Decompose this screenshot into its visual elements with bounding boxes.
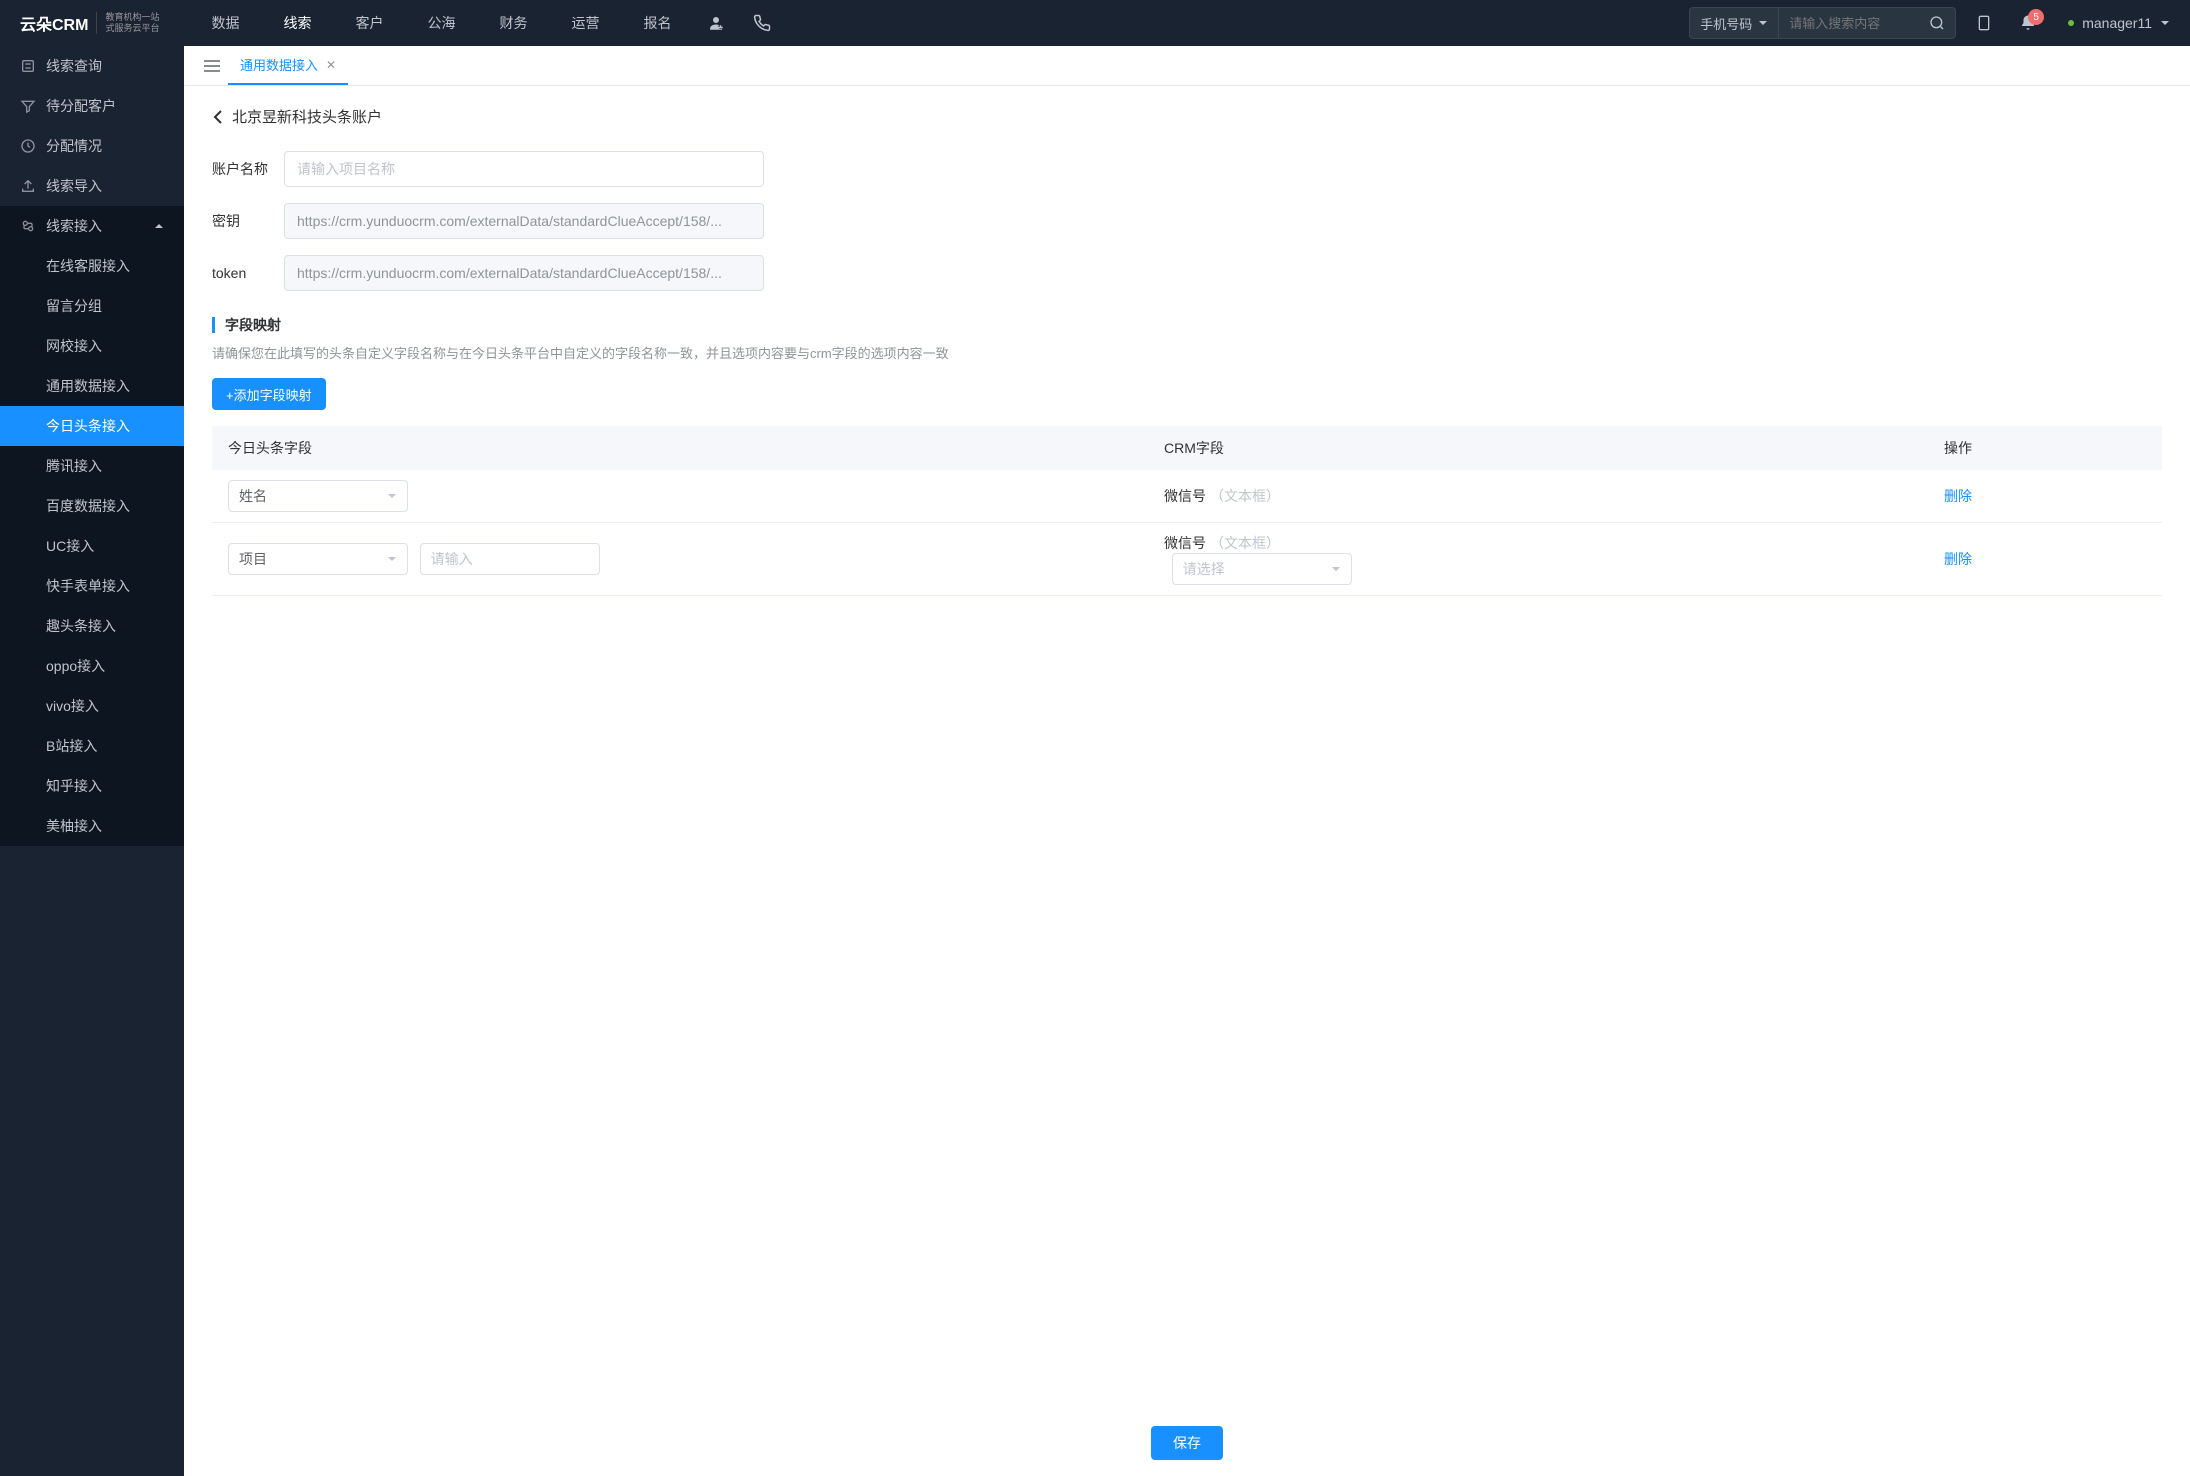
tab-generic-data-access[interactable]: 通用数据接入 ✕ [228, 46, 348, 85]
logo-text: 云朵CRM [20, 11, 88, 35]
mapping-section-header: 字段映射 [212, 315, 2162, 335]
delete-row-button[interactable]: 删除 [1944, 549, 1972, 569]
sidebar-sub-item[interactable]: UC接入 [0, 526, 184, 566]
section-bar [212, 317, 215, 333]
chevron-down-icon [2160, 18, 2170, 28]
col-operation: 操作 [1928, 426, 2162, 470]
close-icon[interactable]: ✕ [326, 58, 336, 72]
username: manager11 [2082, 15, 2152, 31]
secret-label: 密钥 [212, 211, 284, 231]
footer: 保存 [184, 1409, 2190, 1476]
chevron-up-icon [154, 221, 164, 231]
back-icon[interactable] [212, 109, 224, 125]
sidebar-item[interactable]: 分配情况 [0, 126, 184, 166]
crm-field-label: 微信号 [1164, 486, 1206, 506]
sidebar-sub-item[interactable]: 通用数据接入 [0, 366, 184, 406]
search-group: 手机号码 [1689, 7, 1956, 39]
search-icon [20, 58, 36, 74]
tab-bar: 通用数据接入 ✕ [184, 46, 2190, 86]
clock-icon [20, 138, 36, 154]
nav-item[interactable]: 运营 [549, 0, 621, 46]
save-button[interactable]: 保存 [1151, 1426, 1223, 1460]
sidebar-item[interactable]: 线索导入 [0, 166, 184, 206]
search-input[interactable] [1779, 16, 1919, 31]
token-label: token [212, 265, 284, 281]
chevron-down-icon [1758, 18, 1768, 28]
sidebar-item[interactable]: 线索接入 [0, 206, 184, 246]
user-add-icon[interactable] [693, 0, 739, 46]
phone-icon[interactable] [739, 0, 785, 46]
notification-icon[interactable]: 5 [2012, 7, 2044, 39]
header-right: 手机号码 5 manager11 [1689, 7, 2190, 39]
main-nav: 数据线索客户公海财务运营报名 [189, 0, 693, 46]
nav-item[interactable]: 数据 [189, 0, 261, 46]
search-button[interactable] [1919, 15, 1955, 31]
breadcrumb: 北京昱新科技头条账户 [212, 106, 2162, 127]
chevron-down-icon [387, 491, 397, 501]
chevron-down-icon [387, 554, 397, 564]
sidebar-sub-item[interactable]: 腾讯接入 [0, 446, 184, 486]
top-header: 云朵CRM 教育机构一站 式服务云平台 数据线索客户公海财务运营报名 手机号码 … [0, 0, 2190, 46]
toutiao-extra-input[interactable] [420, 543, 600, 575]
sidebar-sub-item[interactable]: B站接入 [0, 726, 184, 766]
search-icon [1929, 15, 1945, 31]
toutiao-field-select[interactable]: 姓名 [228, 480, 408, 512]
mapping-section-desc: 请确保您在此填写的头条自定义字段名称与在今日头条平台中自定义的字段名称一致，并且… [212, 343, 2162, 362]
sidebar-sub-item[interactable]: 美柚接入 [0, 806, 184, 846]
delete-row-button[interactable]: 删除 [1944, 486, 1972, 506]
collapse-sidebar-icon[interactable] [196, 59, 228, 73]
toutiao-field-select[interactable]: 项目 [228, 543, 408, 575]
nav-item[interactable]: 公海 [405, 0, 477, 46]
sidebar-item[interactable]: 待分配客户 [0, 86, 184, 126]
sidebar-sub-item[interactable]: 趣头条接入 [0, 606, 184, 646]
col-toutiao: 今日头条字段 [212, 426, 1148, 470]
add-mapping-button[interactable]: +添加字段映射 [212, 378, 326, 410]
chevron-down-icon [1331, 564, 1341, 574]
online-status-dot [2068, 20, 2074, 26]
nav-item[interactable]: 报名 [621, 0, 693, 46]
filter-icon [20, 98, 36, 114]
mapping-table: 今日头条字段 CRM字段 操作 姓名微信号（文本框）删除项目 微信号（文本框） … [212, 426, 2162, 596]
mobile-icon[interactable] [1968, 7, 2000, 39]
nav-item[interactable]: 线索 [261, 0, 333, 46]
table-row: 项目 微信号（文本框） 请选择 删除 [212, 523, 2162, 596]
sidebar-sub-item[interactable]: 留言分组 [0, 286, 184, 326]
nav-item[interactable]: 财务 [477, 0, 549, 46]
table-row: 姓名 微信号（文本框） 删除 [212, 470, 2162, 523]
notification-badge: 5 [2028, 9, 2044, 25]
crm-field-select[interactable]: 请选择 [1172, 553, 1352, 585]
logo-subtitle: 教育机构一站 式服务云平台 [96, 12, 159, 34]
sidebar-sub-item[interactable]: 在线客服接入 [0, 246, 184, 286]
nav-item[interactable]: 客户 [333, 0, 405, 46]
crm-field-hint: （文本框） [1210, 486, 1280, 506]
sidebar-sub-item[interactable]: 今日头条接入 [0, 406, 184, 446]
crm-field-hint: （文本框） [1210, 533, 1280, 553]
main-content: 通用数据接入 ✕ 北京昱新科技头条账户 账户名称 密钥 token [184, 46, 2190, 1476]
user-menu[interactable]: manager11 [2056, 15, 2170, 31]
logo[interactable]: 云朵CRM 教育机构一站 式服务云平台 [20, 11, 159, 35]
sidebar-sub-item[interactable]: 网校接入 [0, 326, 184, 366]
sidebar-sub-item[interactable]: vivo接入 [0, 686, 184, 726]
sidebar-sub-item[interactable]: oppo接入 [0, 646, 184, 686]
upload-icon [20, 178, 36, 194]
sidebar-item[interactable]: 线索查询 [0, 46, 184, 86]
page-title: 北京昱新科技头条账户 [232, 106, 382, 127]
sidebar-sub-item[interactable]: 知乎接入 [0, 766, 184, 806]
sidebar-sub-item[interactable]: 快手表单接入 [0, 566, 184, 606]
account-name-input[interactable] [284, 151, 764, 187]
col-crm: CRM字段 [1148, 426, 1928, 470]
secret-input[interactable] [284, 203, 764, 239]
account-name-label: 账户名称 [212, 159, 284, 179]
search-type-select[interactable]: 手机号码 [1690, 8, 1779, 38]
plug-icon [20, 218, 36, 234]
sidebar: 线索查询待分配客户分配情况线索导入线索接入在线客服接入留言分组网校接入通用数据接… [0, 46, 184, 1476]
token-input[interactable] [284, 255, 764, 291]
mapping-section-title: 字段映射 [225, 315, 281, 335]
crm-field-label: 微信号 [1164, 533, 1206, 553]
sidebar-sub-item[interactable]: 百度数据接入 [0, 486, 184, 526]
